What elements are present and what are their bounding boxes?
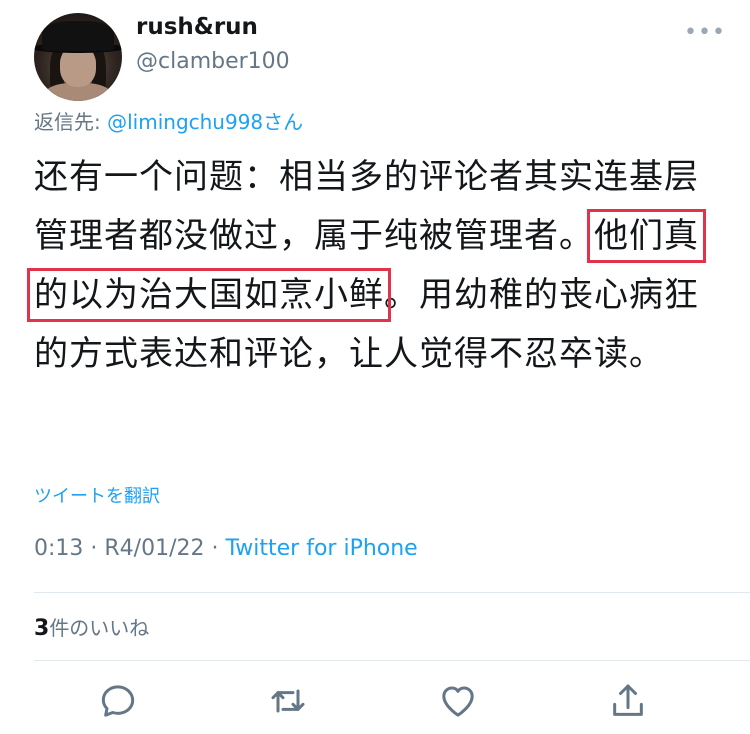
- tweet-meta: 0:13 · R4/01/22 · Twitter for iPhone: [34, 536, 418, 561]
- reply-to-line: 返信先: @limingchu998さん: [34, 106, 303, 135]
- retweet-icon: [271, 689, 305, 713]
- tweet-date: R4/01/22: [104, 536, 205, 561]
- reply-bubble-icon: [101, 685, 135, 717]
- meta-separator: ·: [83, 536, 105, 561]
- more-dots-icon[interactable]: •••: [684, 20, 726, 45]
- likes-label: 件のいいね: [49, 616, 150, 640]
- like-button[interactable]: [433, 676, 483, 726]
- retweet-button[interactable]: [263, 676, 313, 726]
- tweet-text: 还有一个问题：相当多的评论者其实连基层管理者都没做过，属于纯被管理者。他们真的以…: [27, 148, 724, 384]
- likes-count: 3: [34, 616, 50, 641]
- reply-button[interactable]: [93, 676, 143, 726]
- share-button[interactable]: [603, 676, 653, 726]
- share-icon: [613, 684, 643, 716]
- avatar-face: [60, 47, 96, 87]
- heart-icon: [442, 686, 474, 717]
- tweet-header: rush&run @clamber100 •••: [0, 0, 750, 101]
- tweet-time: 0:13: [34, 536, 84, 561]
- meta-separator: ·: [204, 536, 226, 561]
- divider: [34, 592, 750, 593]
- reply-to-prefix: 返信先:: [34, 110, 108, 134]
- translate-tweet-link[interactable]: ツイートを翻訳: [34, 482, 160, 508]
- action-bar: [0, 676, 750, 726]
- likes-summary[interactable]: 3件のいいね: [34, 612, 149, 641]
- reply-to-mention[interactable]: @limingchu998さん: [107, 110, 303, 134]
- tweet-source[interactable]: Twitter for iPhone: [225, 536, 417, 561]
- avatar-hat: [42, 21, 114, 51]
- avatar[interactable]: [34, 13, 122, 101]
- divider: [34, 660, 750, 661]
- display-name[interactable]: rush&run: [136, 14, 258, 40]
- user-handle[interactable]: @clamber100: [136, 49, 290, 74]
